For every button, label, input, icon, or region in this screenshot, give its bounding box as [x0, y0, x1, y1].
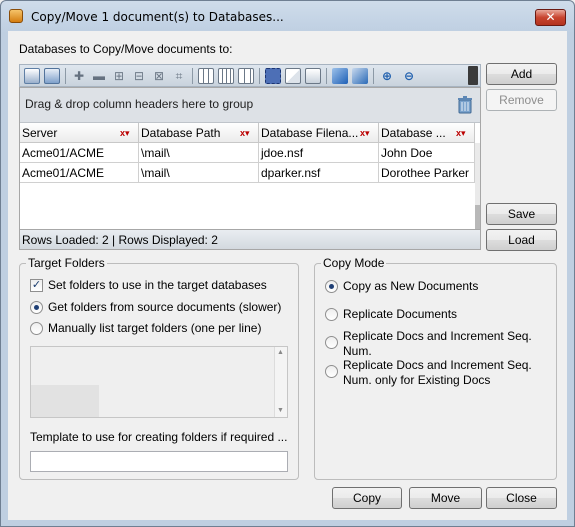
copy-icon[interactable] [285, 68, 301, 84]
load-button[interactable]: Load [486, 229, 557, 251]
columns-icon[interactable] [198, 68, 214, 84]
toolbar-separator [192, 68, 193, 84]
target-folders-title: Target Folders [26, 256, 107, 270]
from-source-label[interactable]: Get folders from source documents (slowe… [48, 300, 281, 314]
zoom-in-icon[interactable]: ⊕ [379, 68, 395, 84]
grid-status: Rows Loaded: 2 | Rows Displayed: 2 [19, 229, 481, 250]
cell-title[interactable]: John Doe [379, 143, 475, 163]
cell-server[interactable]: Acme01/ACME [20, 163, 139, 183]
column-header-filename[interactable]: Database Filena... x▾ [259, 123, 379, 143]
manual-label[interactable]: Manually list target folders (one per li… [48, 321, 261, 335]
columns-narrow-icon[interactable] [218, 68, 234, 84]
toolbar-separator [65, 68, 66, 84]
replicate-label[interactable]: Replicate Documents [343, 307, 457, 321]
scrollbar-thumb[interactable] [475, 205, 480, 229]
copy-new-label[interactable]: Copy as New Documents [343, 279, 478, 293]
column-header-label: Database Filena... [261, 126, 359, 140]
scroll-down-icon[interactable]: ▼ [277, 407, 284, 414]
from-source-radio[interactable] [30, 301, 43, 314]
scroll-up-icon[interactable]: ▲ [277, 349, 284, 356]
filter-icon[interactable]: x▾ [360, 128, 374, 138]
replicate-radio[interactable] [325, 308, 338, 321]
replicate-increment-radio[interactable] [325, 336, 338, 349]
save-button[interactable]: Save [486, 203, 557, 225]
set-folders-label[interactable]: Set folders to use in the target databas… [48, 278, 267, 292]
grid-toolbar: ✚ ▬ ⊞ ⊟ ⊠ ⌗ ⊕ ⊖ [19, 64, 481, 87]
merge-icon[interactable]: ⊠ [151, 68, 167, 84]
title-bar[interactable]: Copy/Move 1 document(s) to Databases... … [1, 1, 574, 31]
filter-icon[interactable]: x▾ [120, 128, 134, 138]
app-icon [9, 9, 23, 23]
copy-mode-title: Copy Mode [321, 256, 387, 270]
dialog-window: Copy/Move 1 document(s) to Databases... … [0, 0, 575, 527]
list-scrollbar[interactable]: ▲ ▼ [274, 347, 287, 417]
replicate-increment-label-2[interactable]: Num. [343, 344, 372, 358]
cell-filename[interactable]: dparker.nsf [259, 163, 379, 183]
column-header-title[interactable]: Database ... x▾ [379, 123, 475, 143]
column-header-label: Database ... [381, 126, 446, 140]
table-row[interactable]: Acme01/ACME \mail\ dparker.nsf Dorothee … [20, 163, 480, 183]
column-header-label: Server [22, 126, 58, 140]
replicate-increment-label-1[interactable]: Replicate Docs and Increment Seq. [343, 329, 532, 343]
replicate-existing-radio[interactable] [325, 365, 338, 378]
window-title: Copy/Move 1 document(s) to Databases... [31, 10, 284, 24]
filter-icon[interactable]: x▾ [456, 128, 470, 138]
trash-icon[interactable] [457, 96, 473, 114]
select-all-icon[interactable] [265, 68, 281, 84]
remove-button[interactable]: Remove [486, 89, 557, 111]
expand-icon[interactable]: ⌗ [171, 68, 187, 84]
columns-wide-icon[interactable] [238, 68, 254, 84]
column-header-label: Database Path [141, 126, 221, 140]
properties-icon[interactable] [24, 68, 40, 84]
cell-filename[interactable]: jdoe.nsf [259, 143, 379, 163]
grid-header: Server x▾ Database Path x▾ Database File… [20, 123, 480, 143]
dialog-body: Databases to Copy/Move documents to: ✚ ▬… [8, 31, 567, 520]
list-fill [31, 385, 99, 417]
toolbar-separator [259, 68, 260, 84]
toolbar-overflow-icon[interactable] [468, 66, 478, 85]
manual-radio[interactable] [30, 322, 43, 335]
databases-label: Databases to Copy/Move documents to: [19, 42, 233, 56]
remove-row-icon[interactable]: ▬ [91, 68, 107, 84]
column-header-path[interactable]: Database Path x▾ [139, 123, 259, 143]
set-folders-checkbox[interactable]: ✓ [30, 279, 43, 292]
close-window-button[interactable]: ✕ [535, 9, 566, 26]
add-row-icon[interactable]: ✚ [71, 68, 87, 84]
template-label: Template to use for creating folders if … [30, 430, 288, 444]
databases-grid: Drag & drop column headers here to group… [19, 87, 481, 250]
target-folders-list[interactable]: ▲ ▼ [30, 346, 288, 418]
paste-icon[interactable] [305, 68, 321, 84]
replicate-existing-label-1[interactable]: Replicate Docs and Increment Seq. [343, 358, 532, 372]
grid-scrollbar[interactable] [475, 143, 480, 231]
replicate-existing-label-2[interactable]: Num. only for Existing Docs [343, 373, 490, 387]
close-button[interactable]: Close [486, 487, 557, 509]
group-by-area[interactable]: Drag & drop column headers here to group [20, 88, 480, 123]
add-button[interactable]: Add [486, 63, 557, 85]
cell-server[interactable]: Acme01/ACME [20, 143, 139, 163]
cell-title[interactable]: Dorothee Parker [379, 163, 475, 183]
cell-path[interactable]: \mail\ [139, 163, 259, 183]
copy-new-radio[interactable] [325, 280, 338, 293]
toolbar-separator [326, 68, 327, 84]
zoom-out-icon[interactable]: ⊖ [401, 68, 417, 84]
group-hint: Drag & drop column headers here to group [25, 97, 254, 111]
insert-row-icon[interactable]: ⊟ [131, 68, 147, 84]
filter-icon[interactable]: x▾ [240, 128, 254, 138]
window-icon[interactable] [44, 68, 60, 84]
export-icon[interactable] [332, 68, 348, 84]
insert-column-icon[interactable]: ⊞ [111, 68, 127, 84]
cell-path[interactable]: \mail\ [139, 143, 259, 163]
table-row[interactable]: Acme01/ACME \mail\ jdoe.nsf John Doe [20, 143, 480, 163]
copy-button[interactable]: Copy [332, 487, 402, 509]
toolbar-separator [373, 68, 374, 84]
import-icon[interactable] [352, 68, 368, 84]
column-header-server[interactable]: Server x▾ [20, 123, 139, 143]
move-button[interactable]: Move [409, 487, 482, 509]
template-input[interactable] [30, 451, 288, 472]
